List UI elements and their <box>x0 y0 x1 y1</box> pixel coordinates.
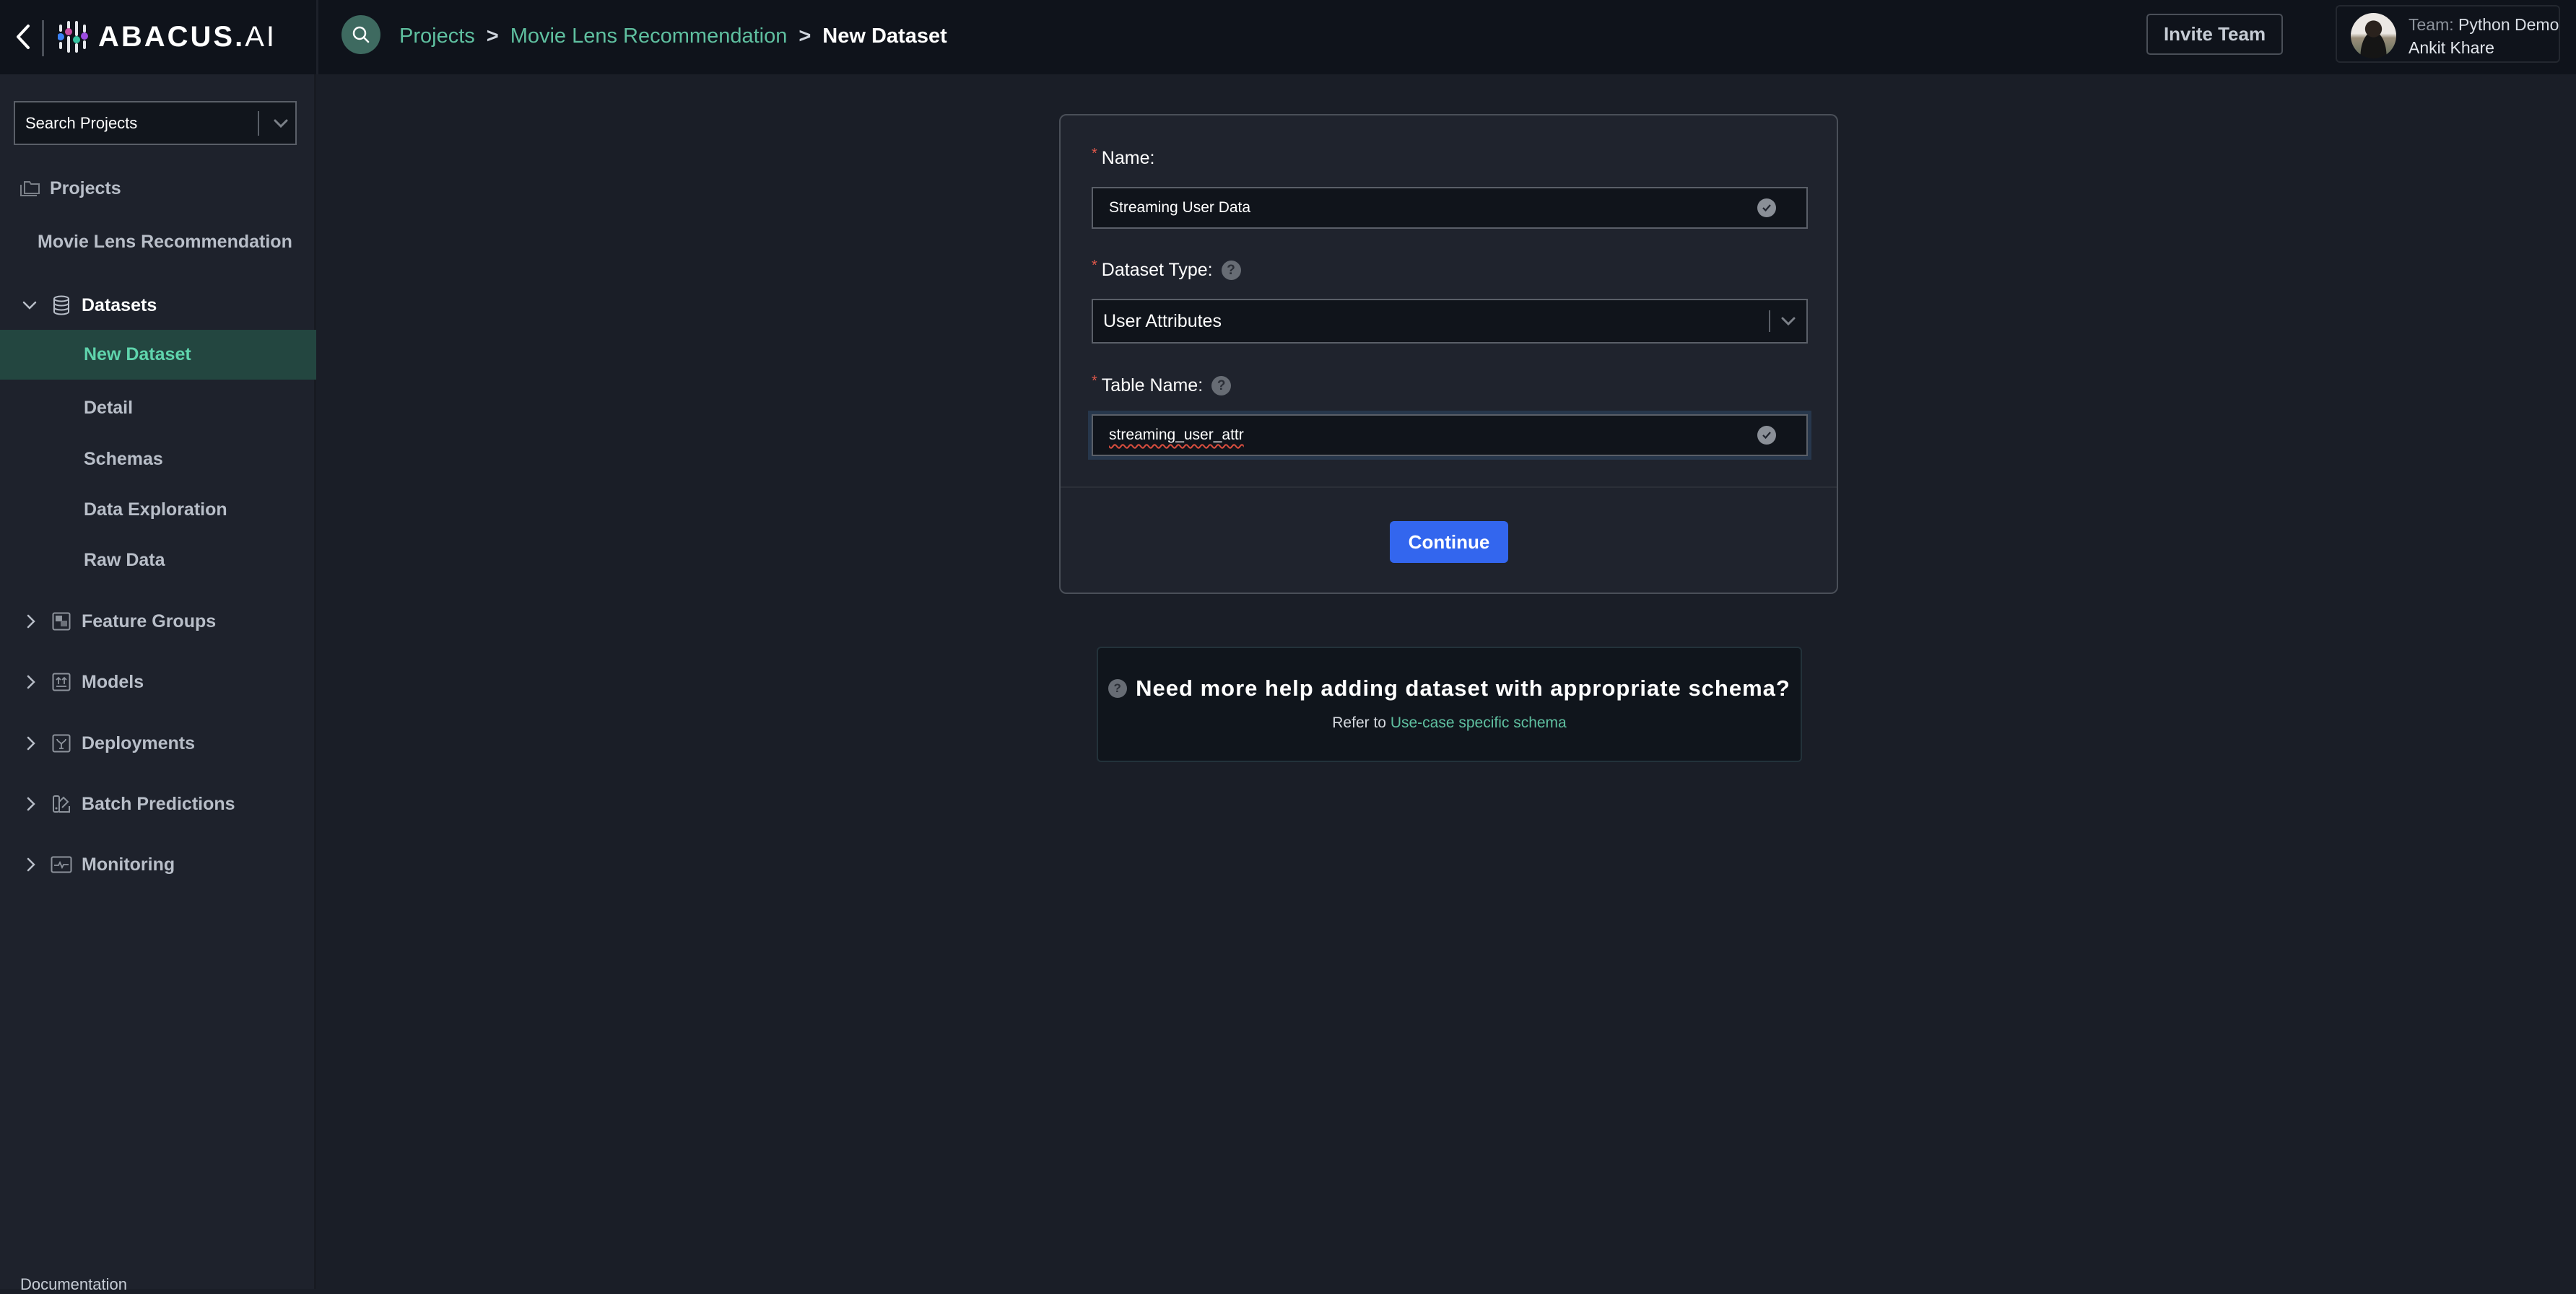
sidebar-item-deployments[interactable]: Deployments <box>0 725 316 761</box>
help-icon: ? <box>1108 679 1128 698</box>
logo-text: ABACUS.AI <box>98 20 277 53</box>
sidebar-item-datasets[interactable]: Datasets <box>0 287 316 323</box>
header-divider <box>316 0 318 74</box>
sidebar-item-data-exploration[interactable]: Data Exploration <box>0 491 316 528</box>
invite-team-button[interactable]: Invite Team <box>2146 14 2283 55</box>
use-case-schema-link[interactable]: Use-case specific schema <box>1391 714 1567 731</box>
search-projects-select[interactable]: Search Projects <box>14 101 297 145</box>
abacus-logo-icon <box>58 21 88 53</box>
chevron-right-icon <box>22 795 40 813</box>
sidebar-item-new-dataset[interactable]: New Dataset <box>0 330 316 380</box>
deployments-icon <box>52 734 71 753</box>
schema-help-box: ? Need more help adding dataset with app… <box>1097 647 1802 762</box>
table-name-label: * Table Name: ? <box>1092 373 1232 396</box>
breadcrumb: Projects > Movie Lens Recommendation > N… <box>399 19 947 53</box>
documentation-link[interactable]: Documentation <box>20 1275 127 1294</box>
logo-divider <box>42 20 44 56</box>
chevron-down-icon <box>21 297 38 314</box>
help-title: ? Need more help adding dataset with app… <box>1098 676 1801 701</box>
models-icon <box>52 673 71 691</box>
folder-icon <box>19 179 40 198</box>
profile-team: Team: Python Demo <box>2409 15 2559 34</box>
breadcrumb-current: New Dataset <box>822 24 947 48</box>
sidebar: Search Projects Projects Movie Lens Reco… <box>0 74 316 1293</box>
sidebar-item-project[interactable]: Movie Lens Recommendation <box>0 224 316 260</box>
sidebar-item-models[interactable]: Models <box>0 664 316 700</box>
table-name-input-value: streaming_user_attr <box>1109 427 1244 443</box>
chevron-left-icon <box>17 25 30 49</box>
breadcrumb-separator: > <box>486 24 499 48</box>
batch-predictions-icon <box>52 795 71 813</box>
search-projects-placeholder: Search Projects <box>25 113 138 132</box>
sidebar-item-schemas[interactable]: Schemas <box>0 441 316 477</box>
chevron-right-icon <box>22 856 40 873</box>
chevron-down-icon <box>1770 316 1806 326</box>
new-dataset-form: * Name: Streaming User Data * Dataset Ty… <box>1059 114 1838 594</box>
continue-button[interactable]: Continue <box>1390 521 1508 563</box>
breadcrumb-project[interactable]: Movie Lens Recommendation <box>510 25 788 48</box>
search-icon <box>352 26 370 43</box>
global-search-button[interactable] <box>341 15 380 54</box>
chevron-right-icon <box>22 735 40 752</box>
database-icon <box>52 295 71 315</box>
name-input[interactable]: Streaming User Data <box>1092 187 1808 229</box>
chevron-down-icon <box>266 118 295 128</box>
breadcrumb-projects[interactable]: Projects <box>399 25 475 48</box>
sidebar-item-monitoring[interactable]: Monitoring <box>0 847 316 883</box>
back-button[interactable] <box>9 19 38 55</box>
name-input-value: Streaming User Data <box>1109 199 1251 216</box>
dataset-type-label: * Dataset Type: ? <box>1092 258 1241 281</box>
sidebar-item-batch-predictions[interactable]: Batch Predictions <box>0 786 316 822</box>
card-divider <box>1061 486 1837 488</box>
top-header: ABACUS.AI Projects > Movie Lens Recommen… <box>0 0 2576 74</box>
breadcrumb-separator: > <box>799 24 811 48</box>
chevron-right-icon <box>22 613 40 630</box>
profile-user-name: Ankit Khare <box>2409 38 2494 57</box>
profile-menu[interactable]: Team: Python Demo Ankit Khare <box>2336 5 2560 63</box>
abacus-logo[interactable]: ABACUS.AI <box>58 19 277 55</box>
help-subtitle: Refer to Use-case specific schema <box>1332 714 1567 731</box>
check-circle-icon <box>1757 198 1776 217</box>
avatar <box>2351 13 2396 58</box>
monitoring-icon <box>51 856 72 873</box>
dataset-type-select[interactable]: User Attributes <box>1092 299 1808 344</box>
required-marker: * <box>1092 146 1097 162</box>
sidebar-item-raw-data[interactable]: Raw Data <box>0 542 316 578</box>
name-label: * Name: <box>1092 146 1155 168</box>
select-divider <box>258 110 259 136</box>
sidebar-item-projects[interactable]: Projects <box>0 170 316 206</box>
sidebar-item-detail[interactable]: Detail <box>0 390 316 426</box>
chevron-right-icon <box>22 673 40 691</box>
dataset-type-value: User Attributes <box>1103 310 1222 331</box>
check-circle-icon <box>1757 426 1776 445</box>
help-icon[interactable]: ? <box>1211 376 1232 395</box>
sidebar-item-feature-groups[interactable]: Feature Groups <box>0 603 316 639</box>
feature-groups-icon <box>52 612 71 631</box>
help-icon[interactable]: ? <box>1221 261 1241 280</box>
table-name-input[interactable]: streaming_user_attr <box>1092 414 1808 456</box>
